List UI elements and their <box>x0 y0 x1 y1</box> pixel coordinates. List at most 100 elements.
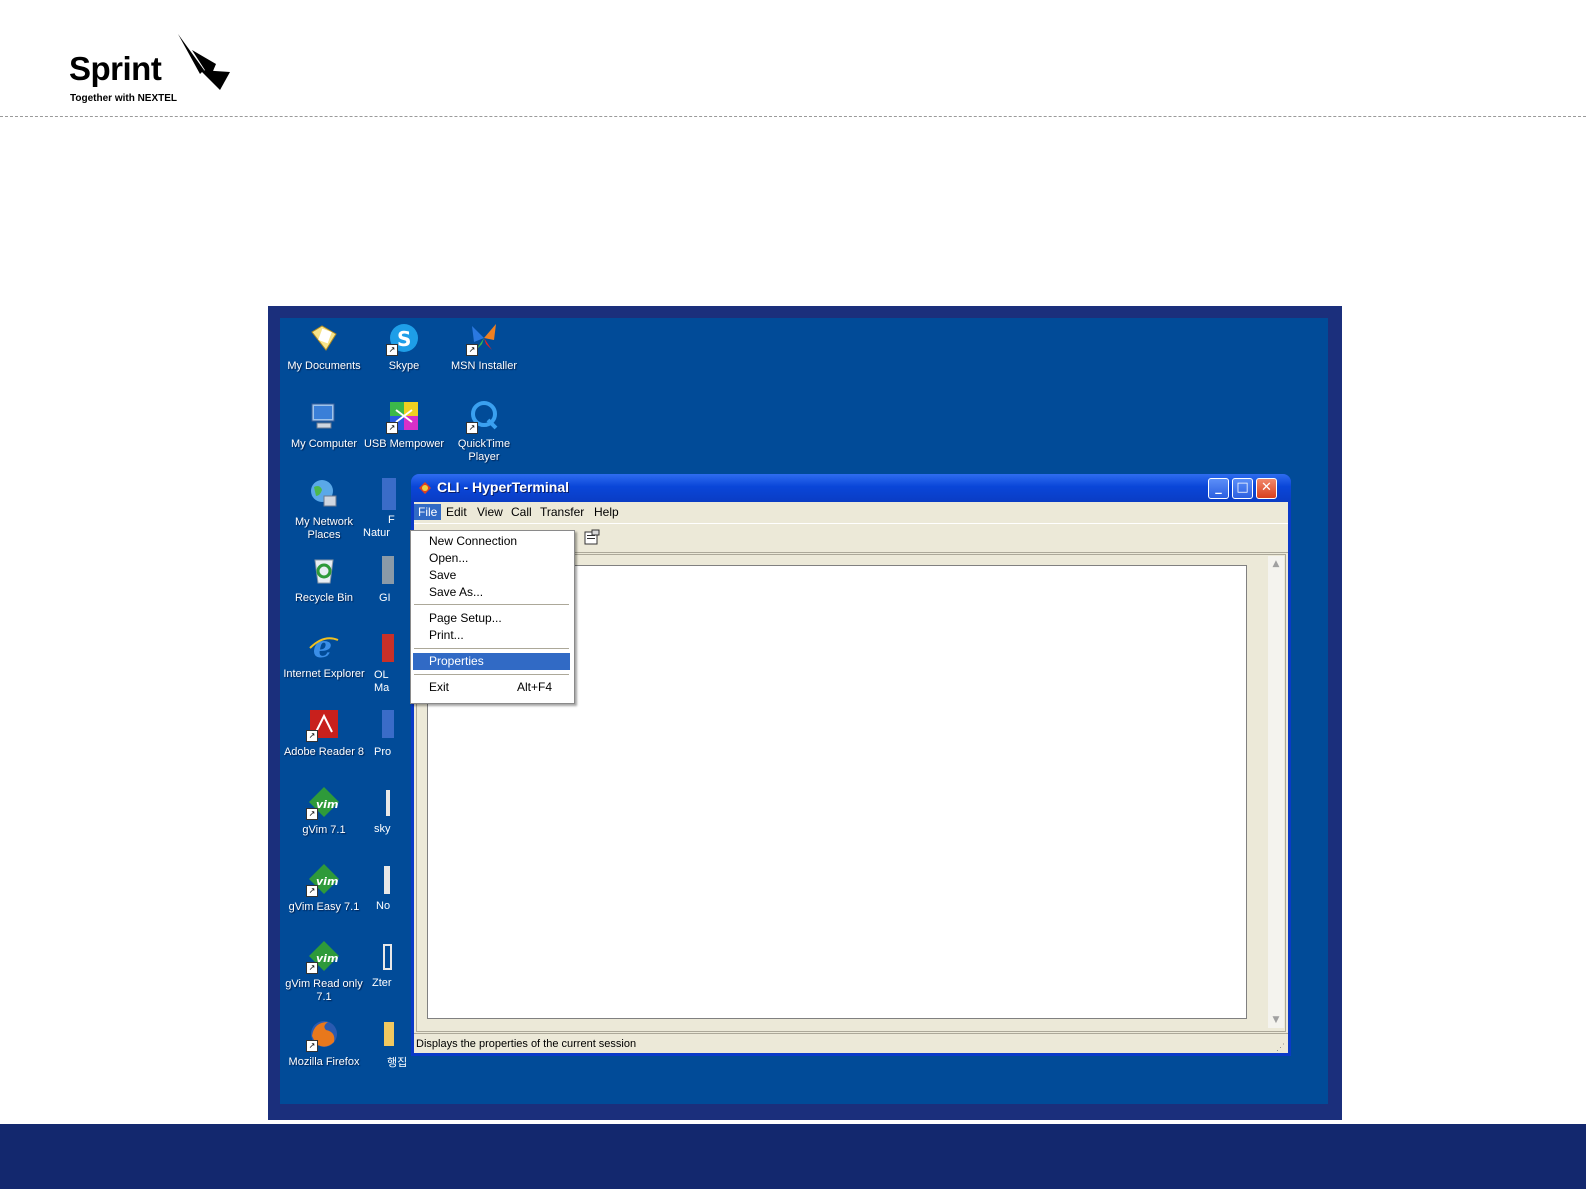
menu-edit[interactable]: Edit <box>442 504 471 520</box>
menu-bar: File Edit View Call Transfer Help <box>414 502 1288 522</box>
scroll-down-icon[interactable]: ▼ <box>1269 1013 1283 1027</box>
vertical-scrollbar[interactable]: ▲ ▼ <box>1268 556 1284 1028</box>
menu-view[interactable]: View <box>473 504 507 520</box>
menu-file[interactable]: File <box>414 504 442 520</box>
partial-label: GI <box>379 592 391 604</box>
partial-label: 행집 <box>387 1056 408 1069</box>
desktop-icon-label: gVim Easy 7.1 <box>288 901 360 913</box>
partial-label: OL Ma <box>374 669 390 694</box>
svg-text:vim: vim <box>316 952 338 965</box>
partial-icon[interactable] <box>382 478 396 510</box>
quicktime-icon: ↗ <box>466 400 500 434</box>
menu-call[interactable]: Call <box>507 504 536 520</box>
partial-label: No <box>376 900 391 912</box>
logo-wordmark: Sprint <box>69 50 162 87</box>
shortcut-arrow-icon: ↗ <box>466 422 478 434</box>
desktop-icon-internet-explorer[interactable]: e Internet Explorer <box>281 630 367 681</box>
desktop-icon-recycle-bin[interactable]: Recycle Bin <box>281 554 367 605</box>
gvim-icon: vim ↗ <box>306 940 340 974</box>
desktop-icon-label: My Network Places <box>294 516 354 541</box>
desktop-icon-label: Adobe Reader 8 <box>283 746 365 758</box>
firefox-icon: ↗ <box>306 1018 340 1052</box>
partial-icon[interactable] <box>382 710 394 738</box>
menu-separator <box>414 674 569 675</box>
network-globe-icon <box>308 478 340 510</box>
internet-explorer-icon: e <box>308 630 340 665</box>
desktop-icon-label: QuickTime Player <box>457 438 511 463</box>
menu-separator <box>414 604 569 605</box>
partial-label: Zter <box>372 977 392 989</box>
resize-grip-icon[interactable]: ⋰ <box>1276 1042 1286 1052</box>
menu-item-new-connection[interactable]: New Connection <box>413 533 570 550</box>
gvim-icon: vim ↗ <box>306 786 340 820</box>
desktop-icon-label: Mozilla Firefox <box>288 1056 360 1068</box>
desktop-icon-adobe-reader[interactable]: ↗ Adobe Reader 8 <box>281 708 367 759</box>
maximize-button[interactable]: □ <box>1232 478 1253 499</box>
desktop-icon-my-computer[interactable]: My Computer <box>281 400 367 451</box>
desktop-icon-label: MSN Installer <box>450 360 518 372</box>
msn-butterfly-icon: ↗ <box>466 322 500 356</box>
shortcut-arrow-icon: ↗ <box>386 344 398 356</box>
desktop-icon-gvim-read-only[interactable]: vim ↗ gVim Read only 7.1 <box>281 940 367 1004</box>
shortcut-arrow-icon: ↗ <box>306 962 318 974</box>
partial-icon[interactable] <box>384 866 390 894</box>
desktop-icon-label: gVim Read only 7.1 <box>285 978 363 1003</box>
partial-icon[interactable] <box>383 944 392 970</box>
title-bar[interactable]: CLI - HyperTerminal _ □ ✕ <box>411 474 1291 502</box>
desktop-icon-mozilla-firefox[interactable]: ↗ Mozilla Firefox <box>281 1018 367 1069</box>
desktop-icon-label: My Computer <box>290 438 358 450</box>
properties-toolbar-icon[interactable] <box>584 529 600 545</box>
desktop-icon-msn-installer[interactable]: ↗ MSN Installer <box>441 322 527 373</box>
slide-footer-bar <box>0 1124 1586 1189</box>
partial-label: Pro <box>374 746 392 758</box>
sprint-swoosh-icon <box>178 34 230 90</box>
menu-item-save-as[interactable]: Save As... <box>413 584 570 601</box>
menu-separator <box>414 648 569 649</box>
desktop-icon-label: Recycle Bin <box>294 592 354 604</box>
desktop-icon-usb-mempower[interactable]: ↗ USB Mempower <box>361 400 447 451</box>
desktop-icon-gvim-easy[interactable]: vim ↗ gVim Easy 7.1 <box>281 863 367 914</box>
svg-text:S: S <box>397 327 411 351</box>
partial-icon[interactable] <box>382 556 394 584</box>
desktop: My Documents My Computer My Network Plac… <box>280 318 1328 1104</box>
partial-icon[interactable] <box>382 634 394 662</box>
gvim-icon: vim ↗ <box>306 863 340 897</box>
scroll-up-icon[interactable]: ▲ <box>1269 557 1283 571</box>
menu-item-exit[interactable]: Exit Alt+F4 <box>413 679 570 696</box>
desktop-icon-label: gVim 7.1 <box>302 824 346 836</box>
menu-help[interactable]: Help <box>590 504 623 520</box>
menu-transfer[interactable]: Transfer <box>536 504 588 520</box>
menu-item-page-setup[interactable]: Page Setup... <box>413 610 570 627</box>
menu-item-print[interactable]: Print... <box>413 627 570 644</box>
partial-label: sky <box>374 823 391 835</box>
screenshot-frame: My Documents My Computer My Network Plac… <box>268 306 1342 1120</box>
menu-accelerator: Alt+F4 <box>517 680 553 694</box>
desktop-icon-label: USB Mempower <box>363 438 445 450</box>
logo-tagline: Together with NEXTEL <box>70 93 178 104</box>
desktop-icon-label: Internet Explorer <box>283 668 365 680</box>
status-text: Displays the properties of the current s… <box>416 1038 637 1050</box>
shortcut-arrow-icon: ↗ <box>306 808 318 820</box>
partial-label: F Natur <box>363 514 395 539</box>
desktop-icon-my-network-places[interactable]: My Network Places <box>281 478 367 542</box>
menu-item-open[interactable]: Open... <box>413 550 570 567</box>
minimize-button[interactable]: _ <box>1208 478 1229 499</box>
adobe-reader-icon: ↗ <box>306 708 340 742</box>
svg-text:e: e <box>313 630 332 662</box>
shortcut-arrow-icon: ↗ <box>386 422 398 434</box>
desktop-icon-label: Skype <box>388 360 420 372</box>
desktop-icon-quicktime-player[interactable]: ↗ QuickTime Player <box>441 400 527 464</box>
partial-icon[interactable] <box>386 790 390 816</box>
menu-item-save[interactable]: Save <box>413 567 570 584</box>
hyperterminal-icon <box>419 482 431 494</box>
status-bar: Displays the properties of the current s… <box>414 1033 1288 1054</box>
desktop-icon-skype[interactable]: S ↗ Skype <box>361 322 447 373</box>
menu-item-properties[interactable]: Properties <box>413 653 570 670</box>
svg-text:vim: vim <box>316 798 338 811</box>
close-button[interactable]: ✕ <box>1256 478 1277 499</box>
desktop-icon-my-documents[interactable]: My Documents <box>281 322 367 373</box>
header-divider <box>0 116 1586 117</box>
shortcut-arrow-icon: ↗ <box>306 730 318 742</box>
desktop-icon-gvim[interactable]: vim ↗ gVim 7.1 <box>281 786 367 837</box>
partial-icon[interactable] <box>384 1022 394 1046</box>
